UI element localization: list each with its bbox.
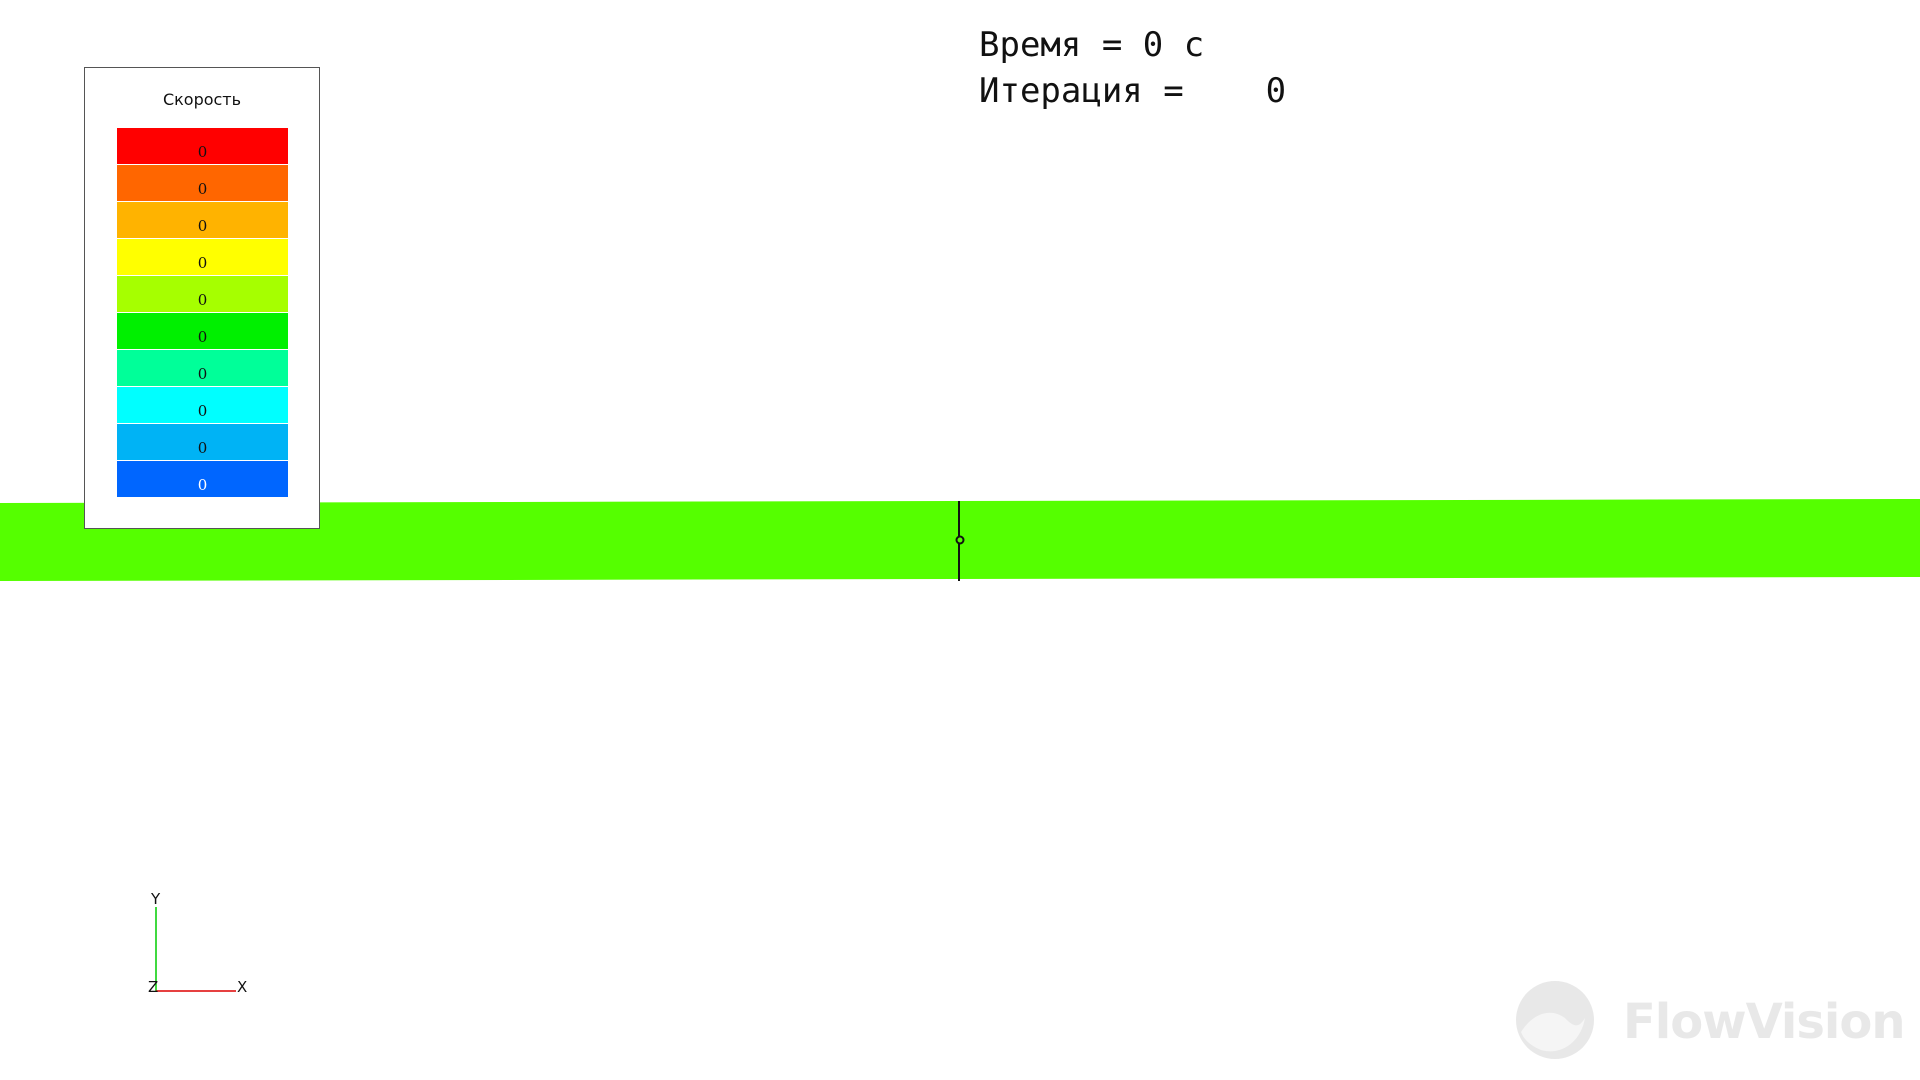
- legend-swatch: 0: [117, 276, 288, 312]
- legend-swatch: 0: [117, 313, 288, 349]
- legend-swatch: 0: [117, 202, 288, 238]
- 3d-viewport[interactable]: Время = 0 с Итерация = 0 Скорость 0000000…: [0, 0, 1920, 1080]
- legend-swatch-label: 0: [197, 439, 208, 457]
- legend-swatch-label: 0: [197, 328, 208, 346]
- legend-swatch-label: 0: [197, 180, 208, 198]
- legend-swatch-label: 0: [197, 291, 208, 309]
- simulation-info: Время = 0 с Итерация = 0: [979, 22, 1286, 114]
- legend-swatch-label: 0: [197, 476, 208, 494]
- legend-swatch-label: 0: [197, 254, 208, 272]
- legend-swatch: 0: [117, 350, 288, 386]
- legend-swatch-label: 0: [197, 365, 208, 383]
- legend-swatch-label: 0: [197, 143, 208, 161]
- legend-swatch-label: 0: [197, 402, 208, 420]
- legend-swatch: 0: [117, 165, 288, 201]
- x-axis-label: X: [237, 978, 247, 996]
- legend-panel[interactable]: Скорость 0 0 0 0 0 0 0 0 0 0: [84, 67, 320, 529]
- legend-title: Скорость: [162, 90, 242, 109]
- probe-point[interactable]: [955, 535, 965, 545]
- legend-swatch-label: 0: [197, 217, 208, 235]
- axes-triad: Y X Z: [148, 890, 247, 996]
- flowvision-logo-icon: [1516, 981, 1594, 1059]
- legend-swatch: 0: [117, 128, 288, 164]
- flowvision-watermark: FlowVision: [1515, 980, 1905, 1060]
- legend-swatch: 0: [117, 239, 288, 275]
- legend-swatch: 0: [117, 387, 288, 423]
- legend-swatch: 0: [117, 424, 288, 460]
- time-label: Время = 0 с: [979, 25, 1205, 65]
- iteration-label: Итерация = 0: [979, 71, 1287, 111]
- legend-swatch: 0: [117, 461, 288, 497]
- watermark-text: FlowVision: [1623, 994, 1905, 1050]
- z-axis-label: Z: [148, 978, 158, 996]
- y-axis-label: Y: [150, 890, 161, 908]
- legend-scale: 0 0 0 0 0 0 0 0 0 0: [117, 128, 288, 498]
